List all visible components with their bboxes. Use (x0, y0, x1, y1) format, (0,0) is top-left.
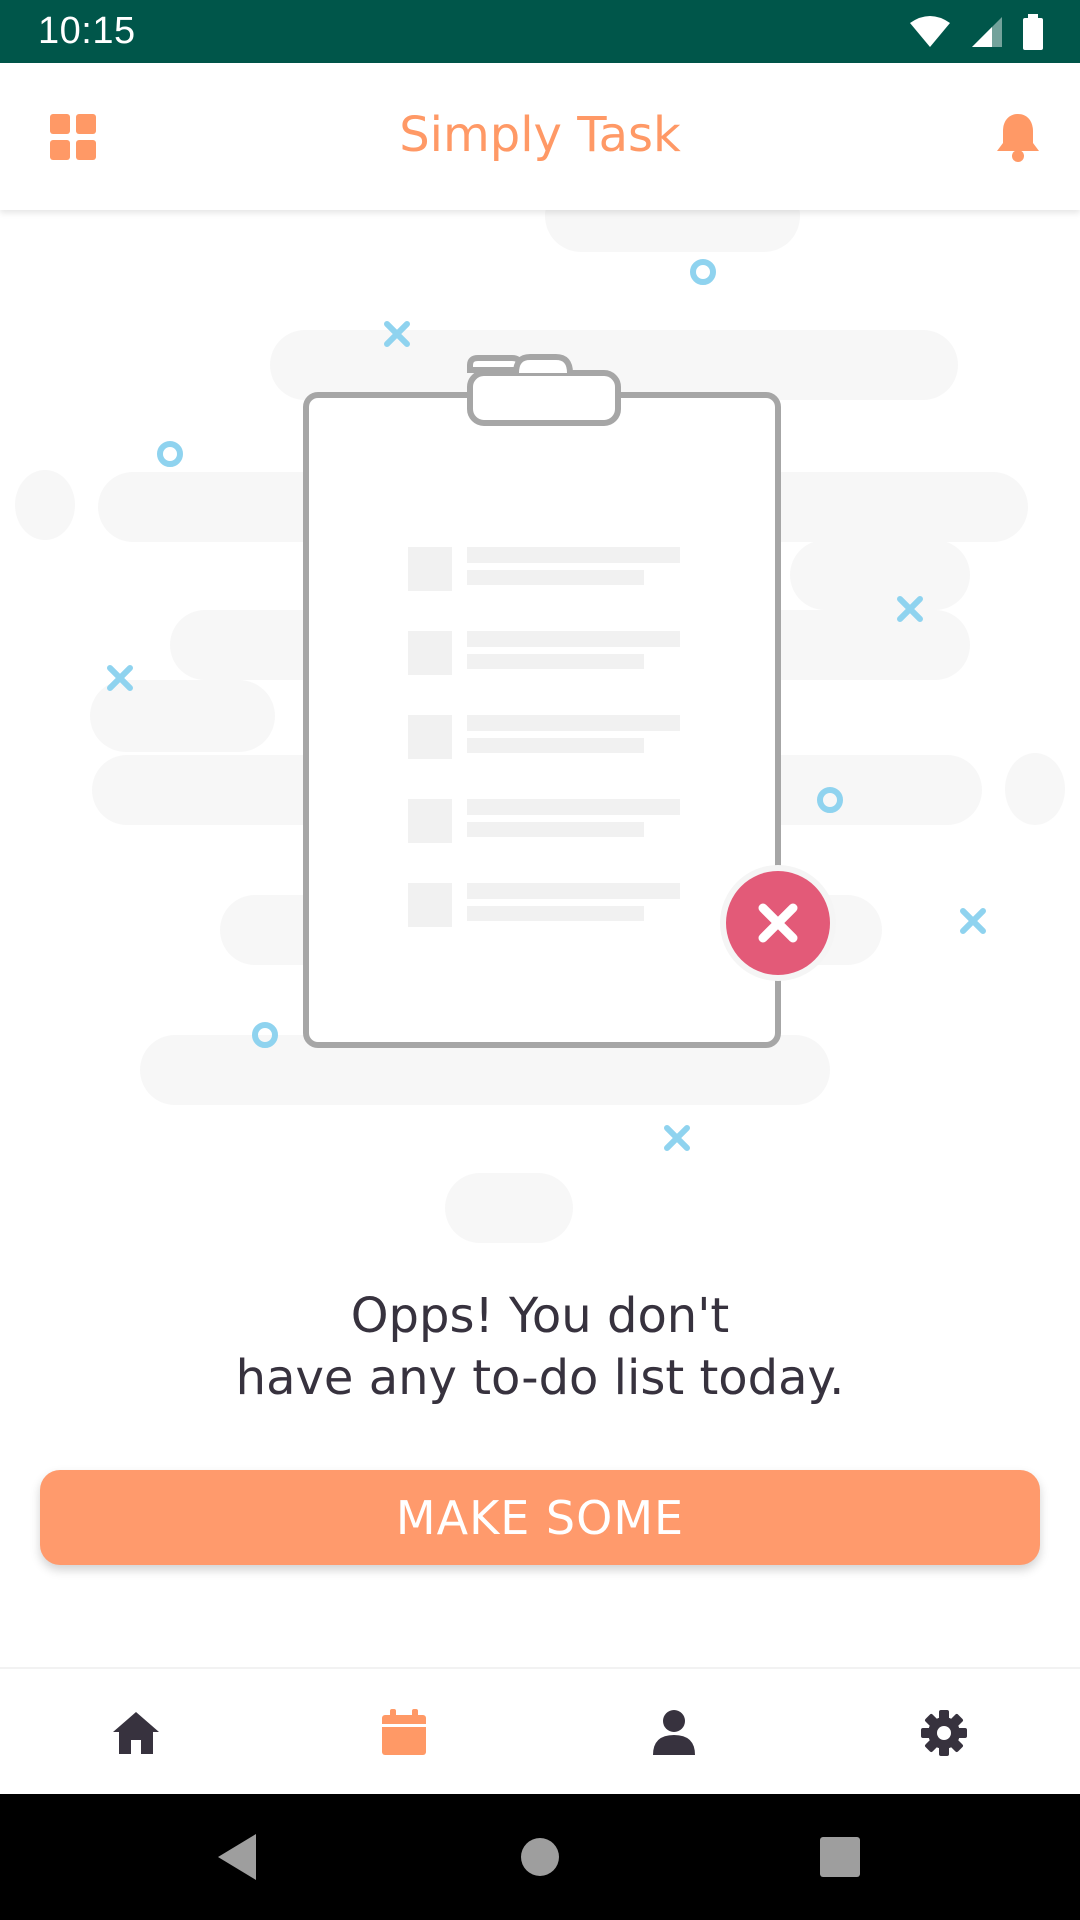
clipboard (303, 354, 781, 1048)
app-title: Simply Task (399, 107, 681, 163)
calendar-icon (382, 1709, 426, 1755)
system-nav-bar (0, 1794, 1080, 1920)
battery-icon (1023, 14, 1043, 50)
status-bar: 10:15 (0, 0, 1080, 63)
status-time: 10:15 (38, 10, 136, 52)
nav-home[interactable] (110, 1707, 162, 1759)
bottom-nav (0, 1667, 1080, 1796)
person-icon (653, 1710, 695, 1755)
error-badge-icon (720, 865, 836, 981)
empty-message-line1: Opps! You don't (350, 1288, 730, 1344)
home-circle-icon[interactable] (513, 1830, 567, 1884)
back-icon[interactable] (212, 1830, 266, 1884)
nav-settings[interactable] (918, 1707, 970, 1759)
nav-profile[interactable] (648, 1707, 700, 1759)
recents-icon[interactable] (813, 1830, 867, 1884)
wifi-icon (910, 16, 950, 47)
home-icon (113, 1712, 159, 1754)
bell-icon[interactable] (994, 111, 1042, 163)
cell-signal-icon (972, 17, 1002, 47)
empty-message-line2: have any to-do list today. (235, 1350, 845, 1406)
status-icons (908, 14, 1044, 50)
nav-calendar[interactable] (378, 1707, 430, 1759)
empty-state-message: Opps! You don't have any to-do list toda… (0, 1285, 1080, 1409)
app-bar: Simply Task (0, 63, 1080, 210)
make-some-button[interactable]: MAKE SOME (40, 1470, 1040, 1565)
empty-clipboard-illustration (15, 210, 1065, 1243)
gear-icon (921, 1710, 967, 1756)
